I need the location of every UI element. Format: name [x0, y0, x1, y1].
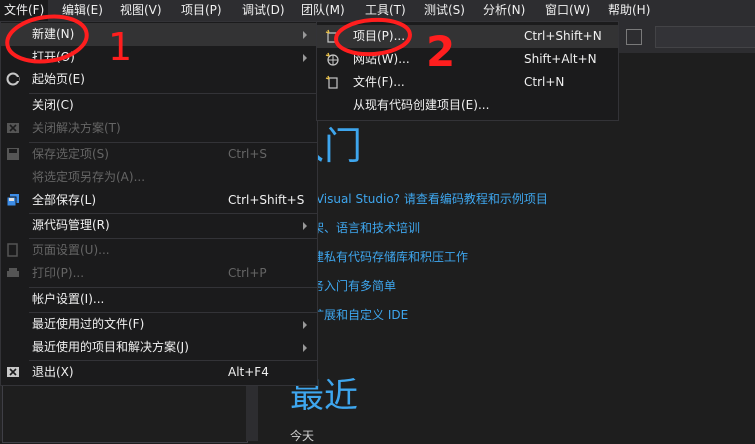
menu-analyze[interactable]: 分析(N): [479, 0, 529, 21]
menu-item-label: 保存选定项(S): [32, 147, 109, 161]
file-menu-new[interactable]: 新建(N): [1, 23, 317, 46]
file-menu-save-as[interactable]: 将选定项另存为(A)...: [1, 166, 317, 189]
new-project-icon: [325, 29, 338, 43]
page-setup-icon: [7, 243, 18, 257]
menu-item-label: 帐户设置(I)...: [32, 292, 105, 306]
today-label: 今天: [290, 429, 315, 443]
new-website-icon: [325, 52, 339, 66]
submenu-arrow-icon: [303, 31, 307, 39]
submenu-arrow-icon: [303, 321, 307, 329]
menu-item-shortcut: Ctrl+S: [228, 147, 268, 161]
menu-bar: 文件(F) 编辑(E) 视图(V) 项目(P) 调试(D) 团队(M) 工具(T…: [0, 0, 755, 21]
menu-item-label: 将选定项另存为(A)...: [32, 170, 146, 184]
file-menu-source-control[interactable]: 源代码管理(R): [1, 214, 317, 237]
menu-item-shortcut: Alt+F4: [228, 365, 269, 379]
file-menu-recent-files[interactable]: 最近使用过的文件(F): [1, 313, 317, 336]
menu-item-label: 最近使用过的文件(F): [32, 317, 145, 331]
file-menu-page-setup[interactable]: 页面设置(U)...: [1, 239, 317, 262]
menu-item-label: 起始页(E): [32, 72, 85, 86]
menu-debug[interactable]: 调试(D): [238, 0, 289, 21]
save-icon: [7, 148, 19, 160]
new-submenu: 项目(P)... Ctrl+Shift+N 网站(W)... Shift+Alt…: [316, 21, 619, 121]
menu-item-label: 打印(P)...: [32, 266, 85, 280]
menu-view[interactable]: 视图(V): [116, 0, 166, 21]
menu-item-label: 新建(N): [32, 27, 75, 41]
tool-window: [2, 384, 248, 443]
file-menu-open[interactable]: 打开(O): [1, 46, 317, 69]
new-file-icon: [325, 75, 338, 89]
submenu-arrow-icon: [303, 54, 307, 62]
menu-item-label: 退出(X): [32, 365, 74, 379]
submenu-arrow-icon: [303, 344, 307, 352]
file-menu-account-settings[interactable]: 帐户设置(I)...: [1, 288, 317, 311]
new-menu-from-existing-code[interactable]: 从现有代码创建项目(E)...: [317, 94, 618, 117]
start-page-icon: [6, 72, 20, 86]
menu-team[interactable]: 团队(M): [297, 0, 349, 21]
file-menu-print[interactable]: 打印(P)... Ctrl+P: [1, 262, 317, 285]
menu-item-shortcut: Ctrl+N: [524, 75, 565, 89]
menu-item-label: 网站(W)...: [353, 52, 410, 66]
menu-item-label: 打开(O): [32, 50, 75, 64]
menu-tools[interactable]: 工具(T): [361, 0, 410, 21]
toolbar-button[interactable]: [626, 29, 642, 45]
new-menu-project[interactable]: 项目(P)... Ctrl+Shift+N: [317, 25, 618, 48]
menu-file[interactable]: 文件(F): [0, 0, 49, 21]
menu-item-label: 关闭(C): [32, 98, 74, 112]
quick-launch-input[interactable]: [655, 26, 755, 48]
exit-icon: [7, 367, 19, 377]
menu-item-label: 全部保存(L): [32, 193, 97, 207]
file-menu-save-selected[interactable]: 保存选定项(S) Ctrl+S: [1, 143, 317, 166]
menu-item-label: 项目(P)...: [353, 29, 406, 43]
menu-item-label: 关闭解决方案(T): [32, 121, 121, 135]
close-solution-icon: [7, 123, 19, 133]
menu-edit[interactable]: 编辑(E): [58, 0, 107, 21]
save-all-icon: [6, 194, 19, 207]
menu-item-shortcut: Shift+Alt+N: [524, 52, 597, 66]
new-menu-website[interactable]: 网站(W)... Shift+Alt+N: [317, 48, 618, 71]
file-menu-start-page[interactable]: 起始页(E): [1, 68, 317, 91]
file-menu-close[interactable]: 关闭(C): [1, 94, 317, 117]
menu-item-shortcut: Ctrl+Shift+N: [524, 29, 602, 43]
menu-window[interactable]: 窗口(W): [541, 0, 594, 21]
menu-item-label: 最近使用的项目和解决方案(J): [32, 340, 189, 354]
menu-item-label: 页面设置(U)...: [32, 243, 110, 257]
submenu-arrow-icon: [303, 222, 307, 230]
menu-item-shortcut: Ctrl+Shift+S: [228, 193, 305, 207]
file-menu-save-all[interactable]: 全部保存(L) Ctrl+Shift+S: [1, 189, 317, 212]
file-menu-close-solution[interactable]: 关闭解决方案(T): [1, 117, 317, 140]
file-menu-dropdown: 新建(N) 打开(O) 起始页(E) 关闭(C) 关闭解决方案(T) 保存选定项…: [0, 21, 318, 386]
start-link[interactable]: 使用 Visual Studio? 请查看编码教程和示例项目: [288, 190, 548, 207]
menu-item-label: 从现有代码创建项目(E)...: [353, 98, 490, 112]
menu-item-shortcut: Ctrl+P: [228, 266, 267, 280]
menu-project[interactable]: 项目(P): [177, 0, 226, 21]
file-menu-recent-projects[interactable]: 最近使用的项目和解决方案(J): [1, 336, 317, 359]
menu-item-label: 文件(F)...: [353, 75, 405, 89]
print-icon: [7, 268, 19, 277]
menu-help[interactable]: 帮助(H): [604, 0, 654, 21]
menu-test[interactable]: 测试(S): [420, 0, 469, 21]
file-menu-exit[interactable]: 退出(X) Alt+F4: [1, 361, 317, 384]
menu-item-label: 源代码管理(R): [32, 218, 110, 232]
new-menu-file[interactable]: 文件(F)... Ctrl+N: [317, 71, 618, 94]
